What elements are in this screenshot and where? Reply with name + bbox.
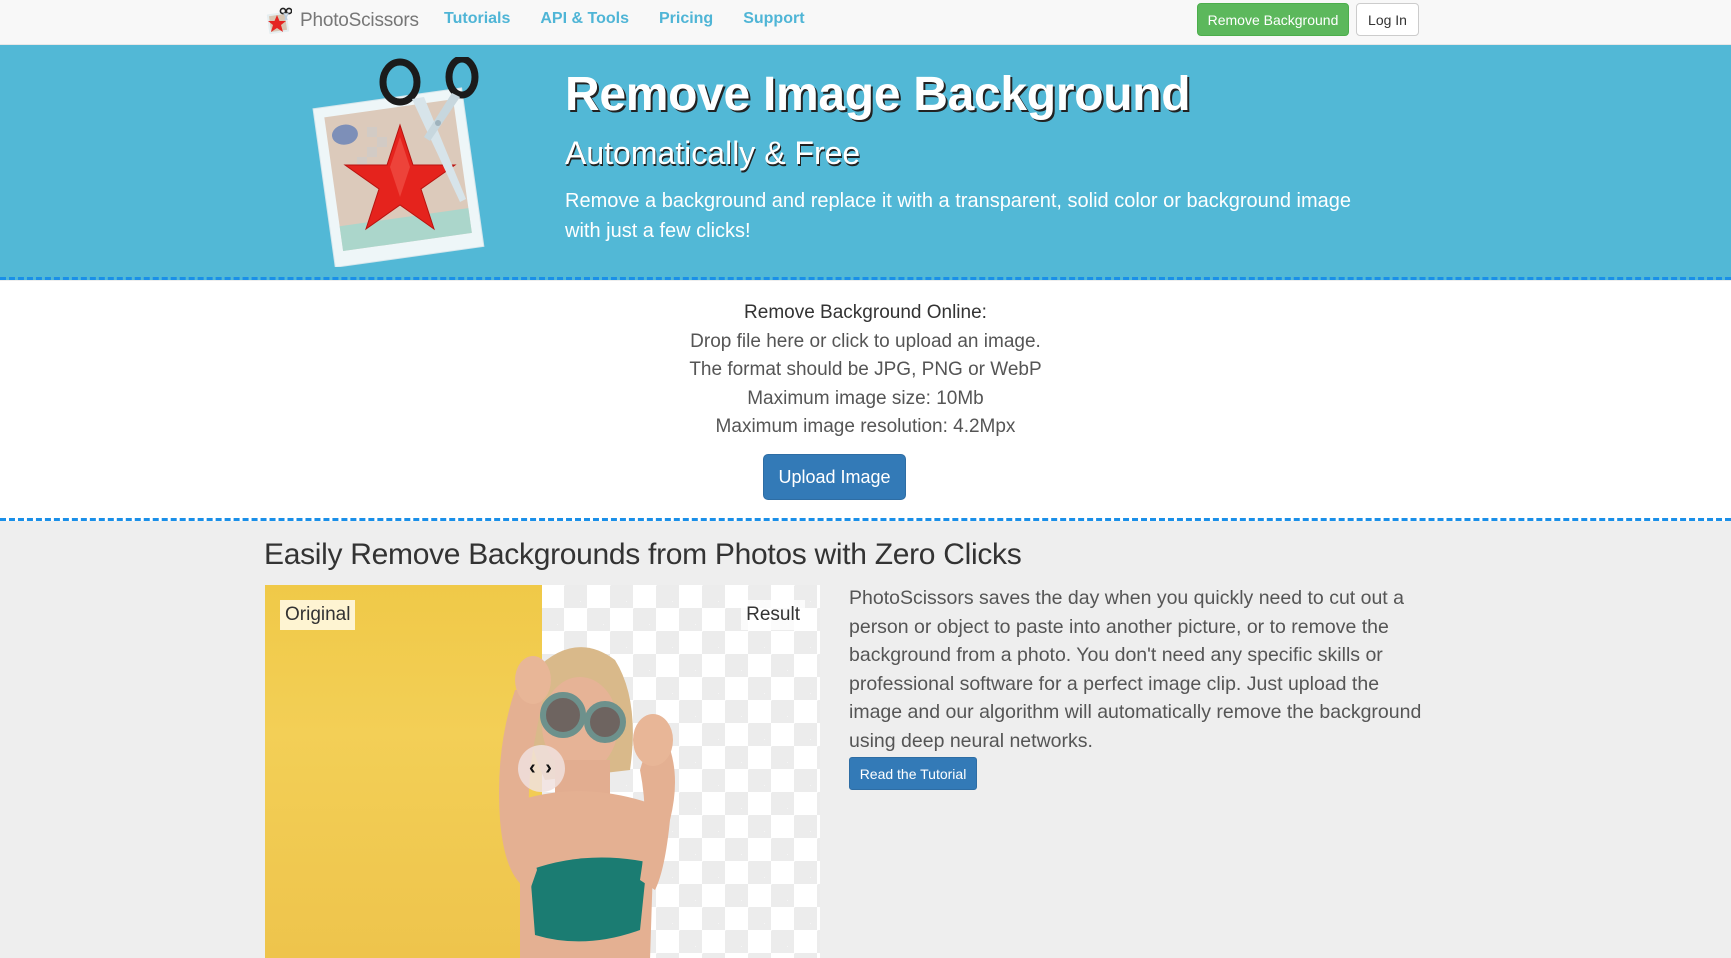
hero-subtitle: Automatically & Free	[565, 135, 861, 171]
upload-title: Remove Background Online:	[744, 302, 987, 323]
hero-banner: Remove Image Background Automatically & …	[0, 45, 1731, 280]
remove-background-button[interactable]: Remove Background	[1197, 3, 1349, 36]
result-label: Result	[741, 600, 805, 630]
upload-size-limit: Maximum image size: 10Mb	[747, 388, 984, 409]
read-tutorial-button[interactable]: Read the Tutorial	[849, 757, 977, 790]
nav-link-pricing[interactable]: Pricing	[659, 10, 713, 28]
upload-resolution-limit: Maximum image resolution: 4.2Mpx	[715, 416, 1016, 437]
nav-link-api-tools[interactable]: API & Tools	[540, 10, 629, 28]
brand-name: PhotoScissors	[300, 10, 419, 31]
upload-image-button[interactable]: Upload Image	[763, 454, 906, 500]
original-label: Original	[280, 600, 356, 630]
chevrons-left-right-icon: ‹ ›	[529, 757, 554, 779]
feature-description: PhotoScissors saves the day when you qui…	[849, 587, 1422, 752]
upload-dropzone[interactable]: Remove Background Online: Drop file here…	[0, 281, 1731, 521]
hero-description: Remove a background and replace it with …	[565, 190, 1351, 242]
login-button[interactable]: Log In	[1356, 3, 1419, 36]
navbar: PhotoScissors Tutorials API & Tools Pric…	[0, 0, 1731, 45]
nav-link-support[interactable]: Support	[743, 10, 804, 28]
upload-format-info: The format should be JPG, PNG or WebP	[689, 359, 1042, 380]
brand-link[interactable]: PhotoScissors	[266, 2, 419, 40]
comparison-slider-handle[interactable]: ‹ ›	[518, 745, 565, 792]
upload-instruction: Drop file here or click to upload an ima…	[690, 331, 1041, 352]
hero-title: Remove Image Background	[565, 68, 1191, 121]
person-photo-image	[499, 647, 675, 958]
nav-link-tutorials[interactable]: Tutorials	[444, 10, 510, 28]
scissors-starfish-illustration-icon	[312, 55, 497, 268]
before-after-comparison[interactable]: Original Result ‹ ›	[265, 585, 820, 958]
feature-heading: Easily Remove Backgrounds from Photos wi…	[264, 538, 1022, 571]
photoscissors-logo-icon	[266, 7, 293, 35]
main-nav: Tutorials API & Tools Pricing Support	[444, 0, 835, 38]
